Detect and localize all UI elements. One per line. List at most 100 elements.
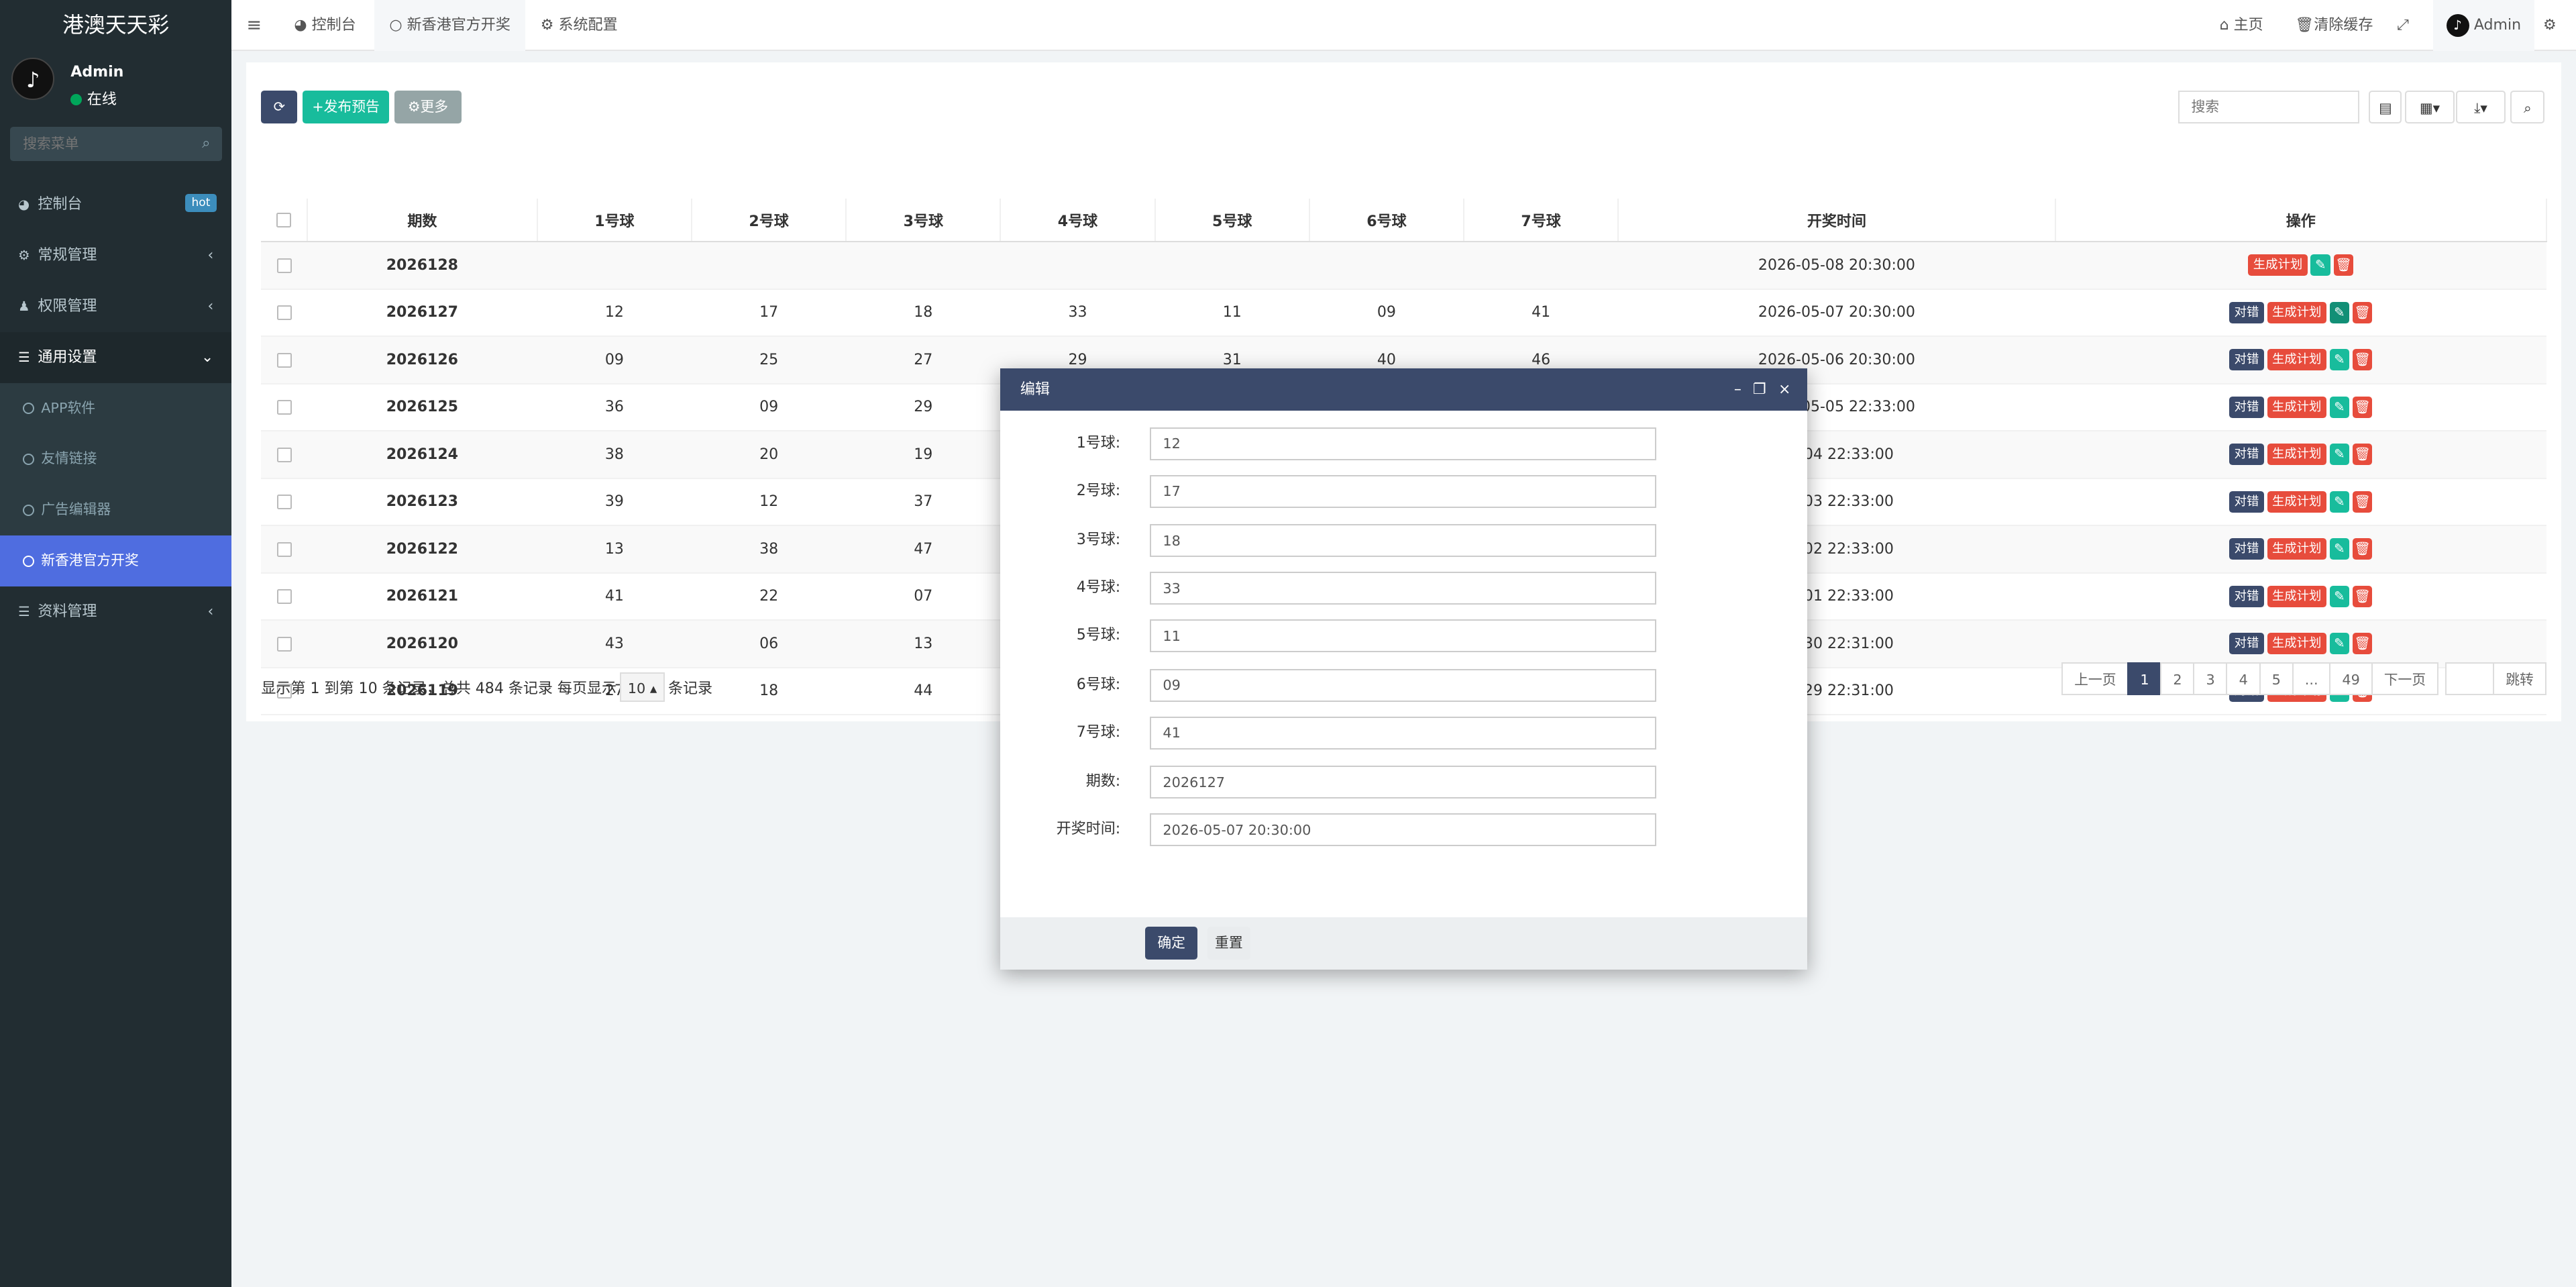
field-input[interactable] — [1150, 813, 1656, 847]
sidebar-item-general[interactable]: ⚙ 常规管理 ‹ — [0, 230, 231, 281]
col-ball-6[interactable]: 6号球 — [1309, 199, 1465, 242]
generate-plan-button[interactable]: 生成计划 — [2248, 254, 2308, 276]
row-checkbox[interactable] — [261, 431, 307, 479]
tab-system-config[interactable]: ⚙ 系统配置 — [541, 0, 618, 51]
col-ball-2[interactable]: 2号球 — [692, 199, 847, 242]
reset-button[interactable]: 重置 — [1208, 927, 1250, 960]
tab-dashboard[interactable]: ◕ 控制台 — [294, 0, 356, 51]
row-checkbox[interactable] — [261, 241, 307, 290]
menu-toggle-icon[interactable]: ≡ — [246, 0, 262, 51]
page-button[interactable]: 1 — [2127, 662, 2162, 695]
page-button[interactable]: 5 — [2259, 662, 2294, 695]
generate-plan-button[interactable]: 生成计划 — [2267, 301, 2326, 323]
table-search-input[interactable] — [2178, 90, 2359, 123]
check-button[interactable]: 对错 — [2229, 396, 2264, 418]
check-button[interactable]: 对错 — [2229, 349, 2264, 371]
prev-page-button[interactable]: 上一页 — [2061, 662, 2129, 695]
delete-icon[interactable]: 🗑 — [2352, 444, 2373, 466]
check-button[interactable]: 对错 — [2229, 491, 2264, 513]
check-button[interactable]: 对错 — [2229, 444, 2264, 466]
select-all-checkbox[interactable] — [261, 199, 308, 242]
edit-icon[interactable]: ✎ — [2329, 538, 2349, 560]
field-input[interactable] — [1150, 572, 1656, 605]
close-icon[interactable]: × — [1778, 368, 1790, 411]
edit-icon[interactable]: ✎ — [2310, 254, 2330, 276]
delete-icon[interactable]: 🗑 — [2352, 585, 2373, 607]
field-input[interactable] — [1150, 716, 1656, 750]
delete-icon[interactable]: 🗑 — [2352, 491, 2373, 513]
col-ball-3[interactable]: 3号球 — [846, 199, 1002, 242]
edit-icon[interactable]: ✎ — [2329, 349, 2349, 371]
generate-plan-button[interactable]: 生成计划 — [2267, 396, 2326, 418]
row-checkbox[interactable] — [261, 336, 307, 384]
admin-menu[interactable]: ♪ Admin — [2432, 0, 2534, 51]
generate-plan-button[interactable]: 生成计划 — [2267, 633, 2326, 655]
field-input[interactable] — [1150, 427, 1656, 460]
sidebar-subitem-ad-editor[interactable]: 广告编辑器 — [0, 484, 232, 536]
search-icon[interactable]: ⌕ — [2510, 90, 2545, 123]
next-page-button[interactable]: 下一页 — [2371, 662, 2439, 695]
col-ball-5[interactable]: 5号球 — [1155, 199, 1310, 242]
col-ball-4[interactable]: 4号球 — [1000, 199, 1156, 242]
delete-icon[interactable]: 🗑 — [2333, 254, 2354, 276]
check-button[interactable]: 对错 — [2229, 301, 2264, 323]
field-input[interactable] — [1150, 474, 1656, 508]
field-input[interactable] — [1150, 524, 1656, 558]
clear-cache-button[interactable]: 🗑清除缓存 — [2295, 0, 2373, 51]
page-button[interactable]: 3 — [2193, 662, 2228, 695]
check-button[interactable]: 对错 — [2229, 633, 2264, 655]
jump-page-input[interactable] — [2445, 662, 2495, 695]
home-link[interactable]: ⌂ 主页 — [2220, 0, 2263, 51]
edit-icon[interactable]: ✎ — [2329, 301, 2349, 323]
delete-icon[interactable]: 🗑 — [2352, 396, 2373, 418]
sidebar-item-permissions[interactable]: ♟ 权限管理 ‹ — [0, 281, 231, 332]
row-checkbox[interactable] — [261, 572, 307, 621]
export-icon[interactable]: ⤓▾ — [2456, 90, 2506, 123]
col-ball-7[interactable]: 7号球 — [1464, 199, 1619, 242]
delete-icon[interactable]: 🗑 — [2352, 301, 2373, 323]
sidebar-subitem-app[interactable]: APP软件 — [0, 382, 232, 434]
row-checkbox[interactable] — [261, 383, 307, 432]
delete-icon[interactable]: 🗑 — [2352, 538, 2373, 560]
more-button[interactable]: ⚙更多 — [394, 90, 462, 123]
field-input[interactable] — [1150, 668, 1656, 702]
generate-plan-button[interactable]: 生成计划 — [2267, 349, 2326, 371]
edit-icon[interactable]: ✎ — [2329, 491, 2349, 513]
page-size-select[interactable]: 10 ▴ — [619, 672, 665, 702]
search-icon[interactable]: ⌕ — [202, 135, 210, 152]
check-button[interactable]: 对错 — [2229, 585, 2264, 607]
field-input[interactable] — [1150, 766, 1656, 799]
col-period[interactable]: 期数 — [307, 199, 538, 242]
col-ball-1[interactable]: 1号球 — [537, 199, 692, 242]
generate-plan-button[interactable]: 生成计划 — [2267, 585, 2326, 607]
toggle-view-icon[interactable]: ▤ — [2369, 90, 2402, 123]
minimize-icon[interactable]: – — [1734, 368, 1741, 411]
tab-hk-lottery[interactable]: ○ 新香港官方开奖 — [374, 0, 525, 51]
edit-icon[interactable]: ✎ — [2329, 396, 2349, 418]
app-logo[interactable]: 港澳天天彩 — [0, 0, 232, 51]
maximize-icon[interactable]: ❐ — [1753, 368, 1766, 411]
sidebar-search-input[interactable] — [9, 126, 191, 161]
page-button[interactable]: 4 — [2226, 662, 2261, 695]
generate-plan-button[interactable]: 生成计划 — [2267, 444, 2326, 466]
delete-icon[interactable]: 🗑 — [2352, 633, 2373, 655]
row-checkbox[interactable] — [261, 289, 307, 338]
page-button[interactable]: 49 — [2329, 662, 2373, 695]
sidebar-item-dashboard[interactable]: ◕ 控制台 hot — [0, 179, 231, 230]
fullscreen-icon[interactable]: ⤢ — [2397, 0, 2409, 51]
confirm-button[interactable]: 确定 — [1144, 927, 1198, 960]
edit-icon[interactable]: ✎ — [2329, 585, 2349, 607]
generate-plan-button[interactable]: 生成计划 — [2267, 538, 2326, 560]
row-checkbox[interactable] — [261, 478, 307, 527]
edit-icon[interactable]: ✎ — [2329, 444, 2349, 466]
sidebar-item-settings[interactable]: ☰ 通用设置 ⌄ — [0, 331, 232, 383]
settings-gear-icon[interactable]: ⚙ — [2543, 0, 2557, 51]
publish-button[interactable]: +发布预告 — [302, 90, 390, 123]
row-checkbox[interactable] — [261, 525, 307, 574]
check-button[interactable]: 对错 — [2229, 538, 2264, 560]
columns-icon[interactable]: ▦▾ — [2405, 90, 2455, 123]
sidebar-subitem-hk-lottery[interactable]: 新香港官方开奖 — [0, 535, 232, 587]
jump-button[interactable]: 跳转 — [2493, 662, 2546, 695]
delete-icon[interactable]: 🗑 — [2352, 349, 2373, 371]
row-checkbox[interactable] — [261, 620, 307, 668]
